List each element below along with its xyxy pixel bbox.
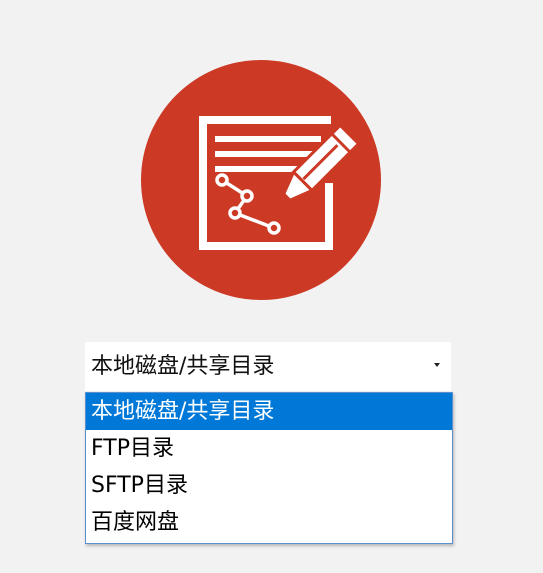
option-local-disk[interactable]: 本地磁盘/共享目录 [86, 393, 452, 430]
directory-type-select[interactable]: 本地磁盘/共享目录 [85, 342, 451, 391]
option-ftp[interactable]: FTP目录 [86, 430, 452, 467]
app-logo [141, 60, 381, 300]
option-sftp[interactable]: SFTP目录 [86, 467, 452, 504]
dropdown-arrow-icon[interactable] [423, 342, 451, 391]
dropdown-list: 本地磁盘/共享目录 FTP目录 SFTP目录 百度网盘 [85, 392, 453, 544]
note-edit-icon [199, 116, 361, 250]
option-baidu-netdisk[interactable]: 百度网盘 [86, 504, 452, 541]
select-value: 本地磁盘/共享目录 [91, 354, 275, 379]
